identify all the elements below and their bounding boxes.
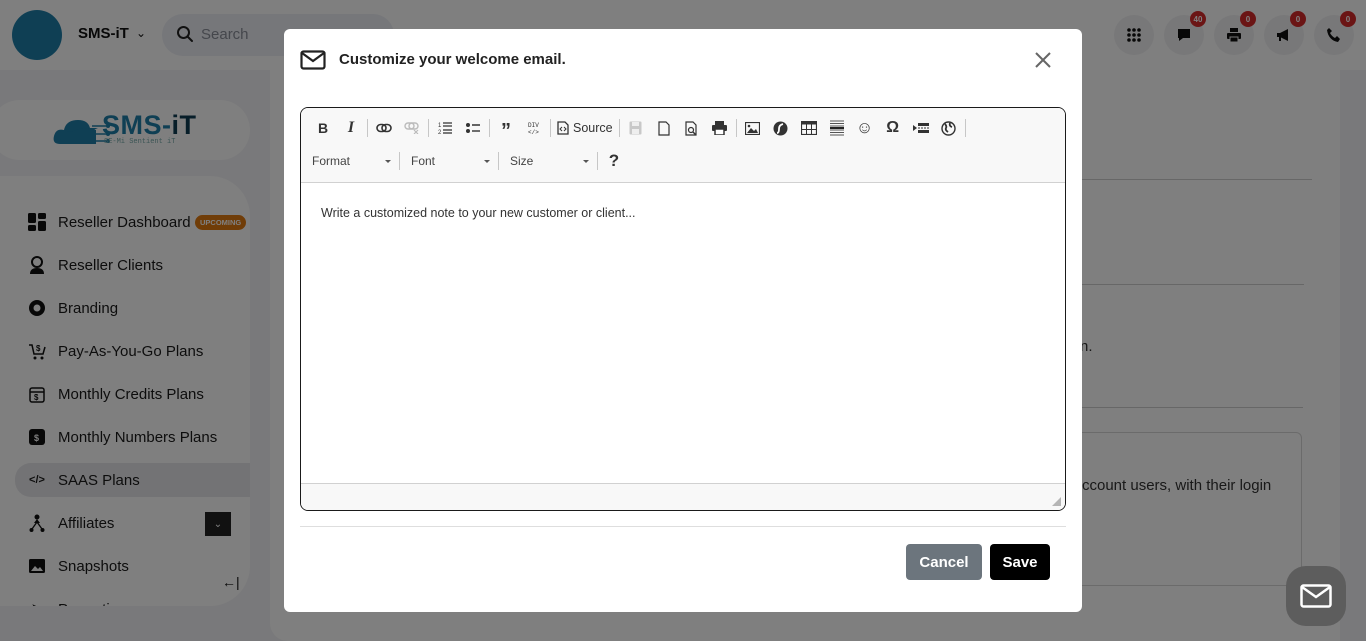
unlink-button[interactable] bbox=[398, 116, 426, 140]
page-break-button[interactable] bbox=[907, 116, 935, 140]
special-char-button[interactable]: Ω bbox=[879, 116, 907, 140]
print-icon bbox=[712, 121, 728, 135]
dropdown-arrow-icon bbox=[385, 160, 391, 163]
toolbar-separator bbox=[550, 119, 551, 137]
svg-text:DIV: DIV bbox=[528, 122, 539, 129]
mail-icon bbox=[1300, 584, 1332, 608]
toolbar-row-2: Format Font Size ? bbox=[309, 149, 628, 173]
new-page-button[interactable] bbox=[650, 116, 678, 140]
page-break-icon bbox=[912, 123, 929, 133]
smiley-icon: ☺ bbox=[855, 118, 874, 137]
horizontal-line-icon bbox=[829, 120, 844, 136]
bulleted-list-icon bbox=[466, 123, 480, 133]
unlink-icon bbox=[404, 122, 419, 134]
source-button[interactable]: Source bbox=[553, 116, 617, 140]
toolbar-separator bbox=[489, 119, 490, 137]
table-icon bbox=[800, 121, 817, 135]
editor-content-text[interactable]: Write a customized note to your new cust… bbox=[321, 206, 635, 220]
resize-handle-icon[interactable] bbox=[1052, 497, 1061, 506]
modal-footer-divider bbox=[300, 526, 1066, 527]
new-page-icon bbox=[658, 120, 670, 136]
bulleted-list-button[interactable] bbox=[459, 116, 487, 140]
preview-icon bbox=[685, 120, 697, 136]
flash-icon bbox=[773, 121, 788, 135]
toolbar-separator bbox=[964, 119, 966, 137]
print-button[interactable] bbox=[706, 116, 734, 140]
toolbar-separator bbox=[367, 119, 368, 137]
toolbar-separator bbox=[498, 152, 499, 170]
floating-mail-button[interactable] bbox=[1286, 566, 1346, 626]
bold-button[interactable]: B bbox=[309, 116, 337, 140]
iframe-button[interactable] bbox=[935, 116, 963, 140]
italic-button[interactable]: I bbox=[337, 116, 365, 140]
font-dropdown[interactable]: Font bbox=[402, 149, 496, 173]
toolbar-separator bbox=[618, 119, 620, 137]
omega-icon: Ω bbox=[886, 119, 900, 136]
flash-button[interactable] bbox=[767, 116, 795, 140]
editor-status-bar bbox=[301, 483, 1065, 510]
link-button[interactable] bbox=[370, 116, 398, 140]
image-icon bbox=[745, 121, 761, 135]
globe-icon bbox=[941, 120, 956, 136]
format-dropdown[interactable]: Format bbox=[309, 149, 397, 173]
quote-icon: ” bbox=[501, 119, 511, 142]
editor-toolbar: B I 12 ” DIV </> Source ☺ Ω Format Font … bbox=[301, 108, 1065, 183]
close-icon[interactable] bbox=[1032, 49, 1054, 71]
save-button[interactable]: Save bbox=[990, 544, 1050, 580]
welcome-email-modal: Customize your welcome email. B I 12 ” D… bbox=[284, 29, 1082, 612]
image-button[interactable] bbox=[739, 116, 767, 140]
toolbar-row-1: B I 12 ” DIV </> Source ☺ Ω bbox=[309, 116, 968, 142]
svg-text:2: 2 bbox=[438, 130, 442, 135]
horizontal-line-button[interactable] bbox=[823, 116, 851, 140]
create-div-button[interactable]: DIV </> bbox=[520, 116, 548, 140]
modal-title: Customize your welcome email. bbox=[339, 51, 566, 68]
dropdown-arrow-icon bbox=[484, 160, 490, 163]
toolbar-separator bbox=[399, 152, 400, 170]
floppy-icon bbox=[629, 121, 642, 135]
toolbar-separator bbox=[428, 119, 429, 137]
smiley-button[interactable]: ☺ bbox=[851, 116, 879, 140]
svg-text:1: 1 bbox=[438, 123, 442, 129]
div-icon: DIV</> bbox=[528, 122, 539, 135]
numbered-list-icon: 12 bbox=[438, 122, 452, 135]
rich-text-editor: B I 12 ” DIV </> Source ☺ Ω Format Font … bbox=[300, 107, 1066, 511]
toolbar-separator bbox=[735, 119, 737, 137]
svg-text:</>: </> bbox=[528, 129, 539, 135]
save-doc-button[interactable] bbox=[622, 116, 650, 140]
blockquote-button[interactable]: ” bbox=[492, 116, 520, 142]
preview-button[interactable] bbox=[678, 116, 706, 140]
toolbar-separator bbox=[597, 152, 598, 170]
link-icon bbox=[376, 123, 392, 133]
numbered-list-button[interactable]: 12 bbox=[431, 116, 459, 140]
source-icon bbox=[557, 121, 569, 135]
help-button[interactable]: ? bbox=[600, 149, 628, 173]
size-dropdown[interactable]: Size bbox=[501, 149, 595, 173]
table-button[interactable] bbox=[795, 116, 823, 140]
cancel-button[interactable]: Cancel bbox=[906, 544, 982, 580]
mail-icon bbox=[300, 50, 326, 70]
dropdown-arrow-icon bbox=[583, 160, 589, 163]
editor-content-area[interactable]: Write a customized note to your new cust… bbox=[301, 183, 1065, 484]
